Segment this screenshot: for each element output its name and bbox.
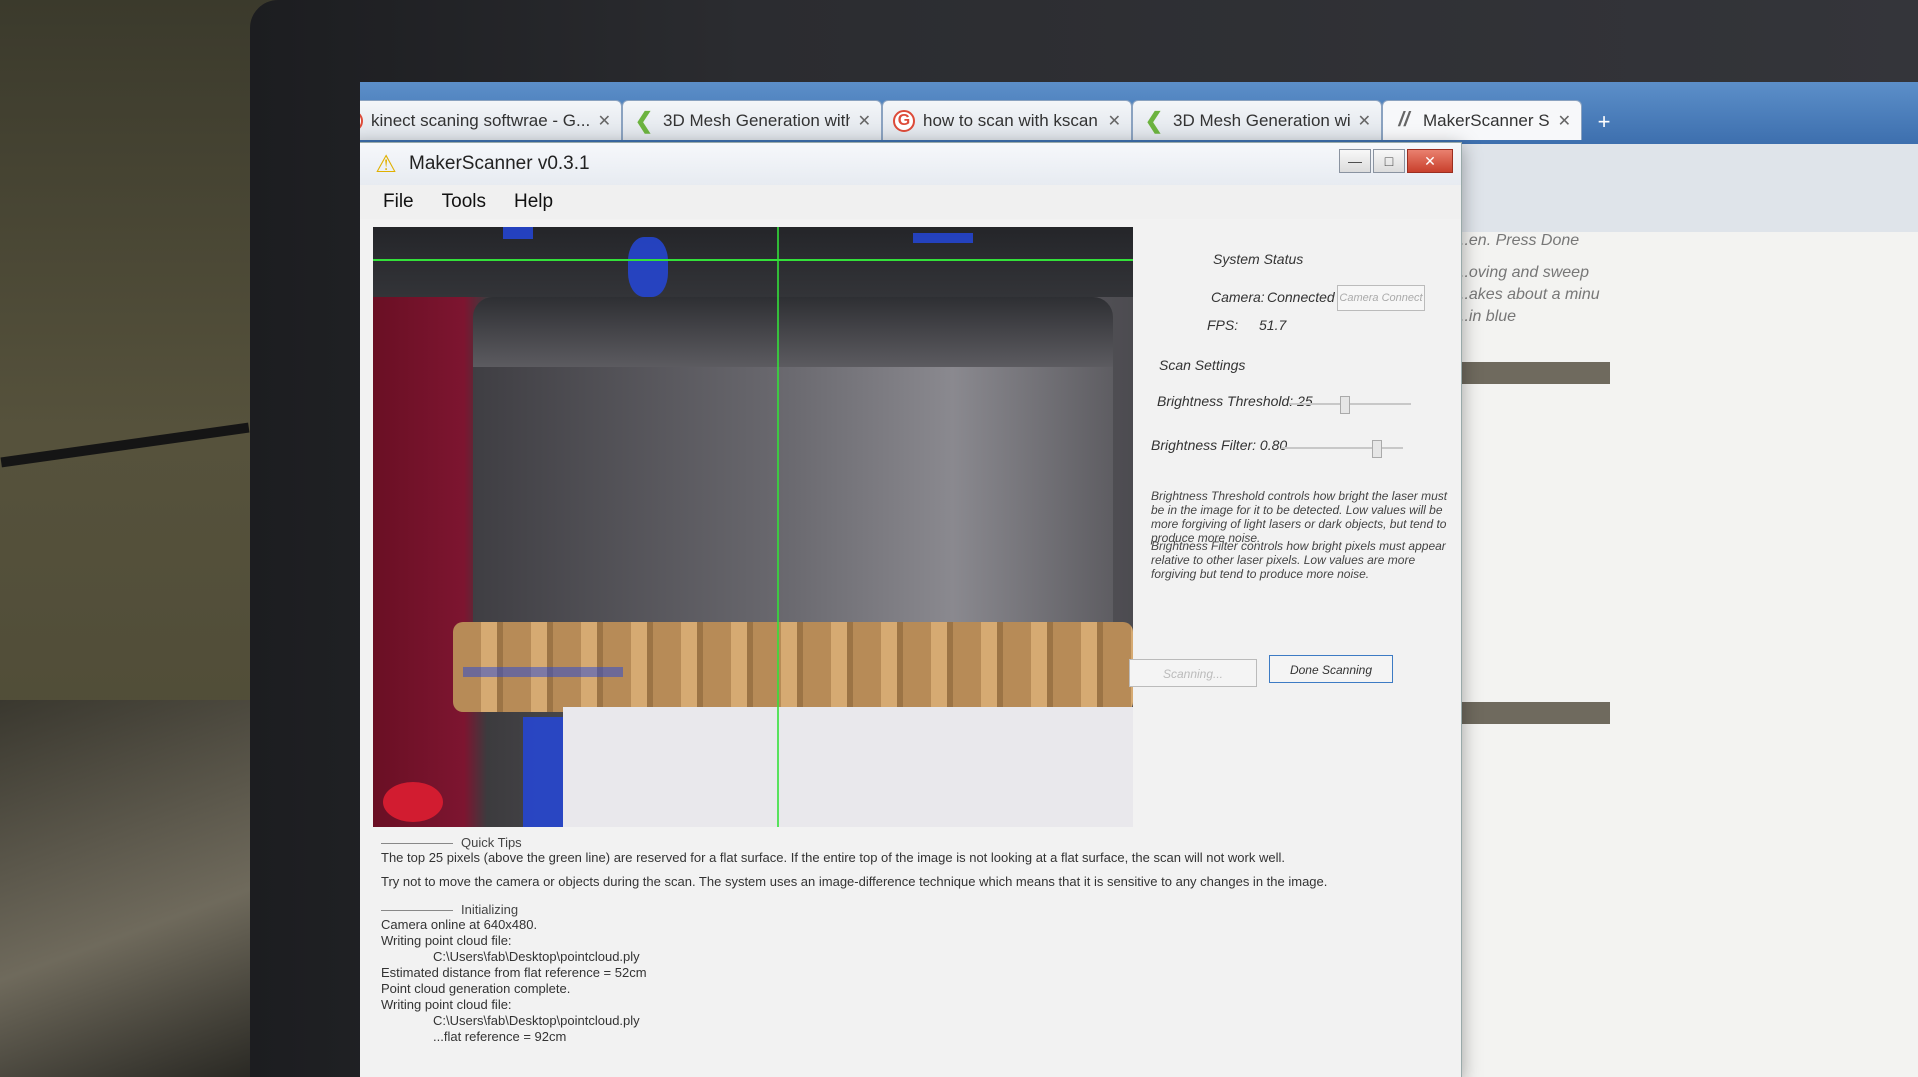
desk-surface xyxy=(0,700,250,1077)
maximize-button[interactable]: □ xyxy=(1373,149,1405,173)
close-icon[interactable]: ✕ xyxy=(1558,111,1571,131)
laser-spot xyxy=(383,782,443,822)
window-controls: — □ ✕ xyxy=(1339,149,1453,173)
brightness-filter-label: Brightness Filter: 0.80 xyxy=(1151,437,1288,453)
browser-tab[interactable]: G kinect scaning softwrae - G... ✕ xyxy=(360,100,622,140)
google-icon: G xyxy=(893,109,915,132)
warning-icon: ⚠ xyxy=(375,150,397,178)
camera-connect-button[interactable]: Camera Connect xyxy=(1337,285,1425,311)
window-title: MakerScanner v0.3.1 xyxy=(409,153,590,174)
camera-status-value: Connected xyxy=(1267,289,1335,305)
slider-handle[interactable] xyxy=(1340,396,1351,414)
feed-background xyxy=(373,227,1133,297)
browser-tab[interactable]: ❮ 3D Mesh Generation with K... ✕ xyxy=(622,100,882,140)
log-line: Try not to move the camera or objects du… xyxy=(381,874,1328,889)
laser-highlight xyxy=(913,233,973,243)
log-console: Quick Tips The top 25 pixels (above the … xyxy=(381,835,1441,1075)
menu-file[interactable]: File xyxy=(383,191,414,213)
log-line: Camera online at 640x480. xyxy=(381,917,538,932)
close-icon[interactable]: ✕ xyxy=(858,111,871,131)
reference-line-vertical xyxy=(777,227,779,827)
close-icon[interactable]: ✕ xyxy=(598,111,611,131)
webpage-text: ..en. Press Done xyxy=(1460,232,1580,249)
threshold-help-text: Brightness Threshold controls how bright… xyxy=(1151,489,1448,545)
close-icon[interactable]: ✕ xyxy=(1358,111,1371,131)
fps-label: FPS: xyxy=(1207,317,1239,333)
quick-tips-heading: Quick Tips xyxy=(381,835,1441,850)
object-rim xyxy=(473,297,1113,367)
title-bar[interactable]: ⚠ MakerScanner v0.3.1 — □ ✕ xyxy=(360,143,1461,185)
makerscanner-icon: // xyxy=(1398,109,1410,131)
close-icon[interactable]: ✕ xyxy=(1108,111,1121,131)
object-base xyxy=(563,707,1133,827)
google-icon: G xyxy=(360,109,363,132)
done-scanning-button[interactable]: Done Scanning xyxy=(1269,655,1393,683)
reference-line-horizontal xyxy=(373,259,1133,261)
monitor-screen: G kinect scaning softwrae - G... ✕ ❮ 3D … xyxy=(360,82,1918,1077)
close-button[interactable]: ✕ xyxy=(1407,149,1453,173)
log-line: Estimated distance from flat reference =… xyxy=(381,965,647,980)
browser-tab-strip: G kinect scaning softwrae - G... ✕ ❮ 3D … xyxy=(360,82,1918,144)
makerscanner-window: ⚠ MakerScanner v0.3.1 — □ ✕ File Tools H… xyxy=(360,142,1462,1077)
background-webpage xyxy=(1450,232,1918,1077)
brightness-threshold-label: Brightness Threshold: 25 xyxy=(1157,393,1313,409)
brightness-filter-slider[interactable] xyxy=(1281,440,1403,458)
menu-help[interactable]: Help xyxy=(514,191,553,213)
menu-bar: File Tools Help xyxy=(360,185,1461,219)
laser-highlight xyxy=(523,717,563,827)
webpage-text: ..oving and sweep xyxy=(1460,264,1589,281)
log-line: Writing point cloud file: xyxy=(381,933,512,948)
webpage-heading-bar xyxy=(1460,702,1610,724)
control-panel: System Status Camera: Connected Camera C… xyxy=(1129,227,1451,827)
webpage-text: ..akes about a minu xyxy=(1460,286,1600,303)
laser-highlight xyxy=(628,237,668,297)
new-tab-button[interactable]: + xyxy=(1586,108,1622,136)
laser-highlight xyxy=(463,667,623,677)
initializing-heading: Initializing xyxy=(381,902,1441,917)
kscan-icon: ❮ xyxy=(634,107,654,133)
filter-help-text: Brightness Filter controls how bright pi… xyxy=(1151,539,1446,581)
scanning-button[interactable]: Scanning... xyxy=(1129,659,1257,687)
log-line: C:\Users\fab\Desktop\pointcloud.ply xyxy=(433,949,640,964)
webpage-text: ..in blue xyxy=(1460,308,1517,325)
scan-settings-heading: Scan Settings xyxy=(1159,357,1246,373)
object-body xyxy=(473,367,1113,627)
menu-tools[interactable]: Tools xyxy=(442,191,486,213)
log-line: C:\Users\fab\Desktop\pointcloud.ply xyxy=(433,1013,640,1028)
camera-label: Camera: xyxy=(1211,289,1265,305)
minimize-button[interactable]: — xyxy=(1339,149,1371,173)
system-status-heading: System Status xyxy=(1213,251,1304,267)
log-line: ...flat reference = 92cm xyxy=(433,1029,567,1044)
kscan-icon: ❮ xyxy=(1144,107,1164,133)
camera-feed xyxy=(373,227,1133,827)
log-line: Point cloud generation complete. xyxy=(381,981,571,996)
browser-tab[interactable]: G how to scan with kscan - G... ✕ xyxy=(882,100,1132,140)
log-line: The top 25 pixels (above the green line)… xyxy=(381,850,1285,865)
laser-highlight xyxy=(503,227,533,239)
log-line: Writing point cloud file: xyxy=(381,997,512,1012)
browser-tab-active[interactable]: // MakerScanner Software - ... ✕ xyxy=(1382,100,1582,140)
webpage-heading-bar xyxy=(1460,362,1610,384)
fps-value: 51.7 xyxy=(1259,317,1287,333)
slider-handle[interactable] xyxy=(1372,440,1383,458)
browser-tab[interactable]: ❮ 3D Mesh Generation with K... ✕ xyxy=(1132,100,1382,140)
brightness-threshold-slider[interactable] xyxy=(1289,396,1411,414)
